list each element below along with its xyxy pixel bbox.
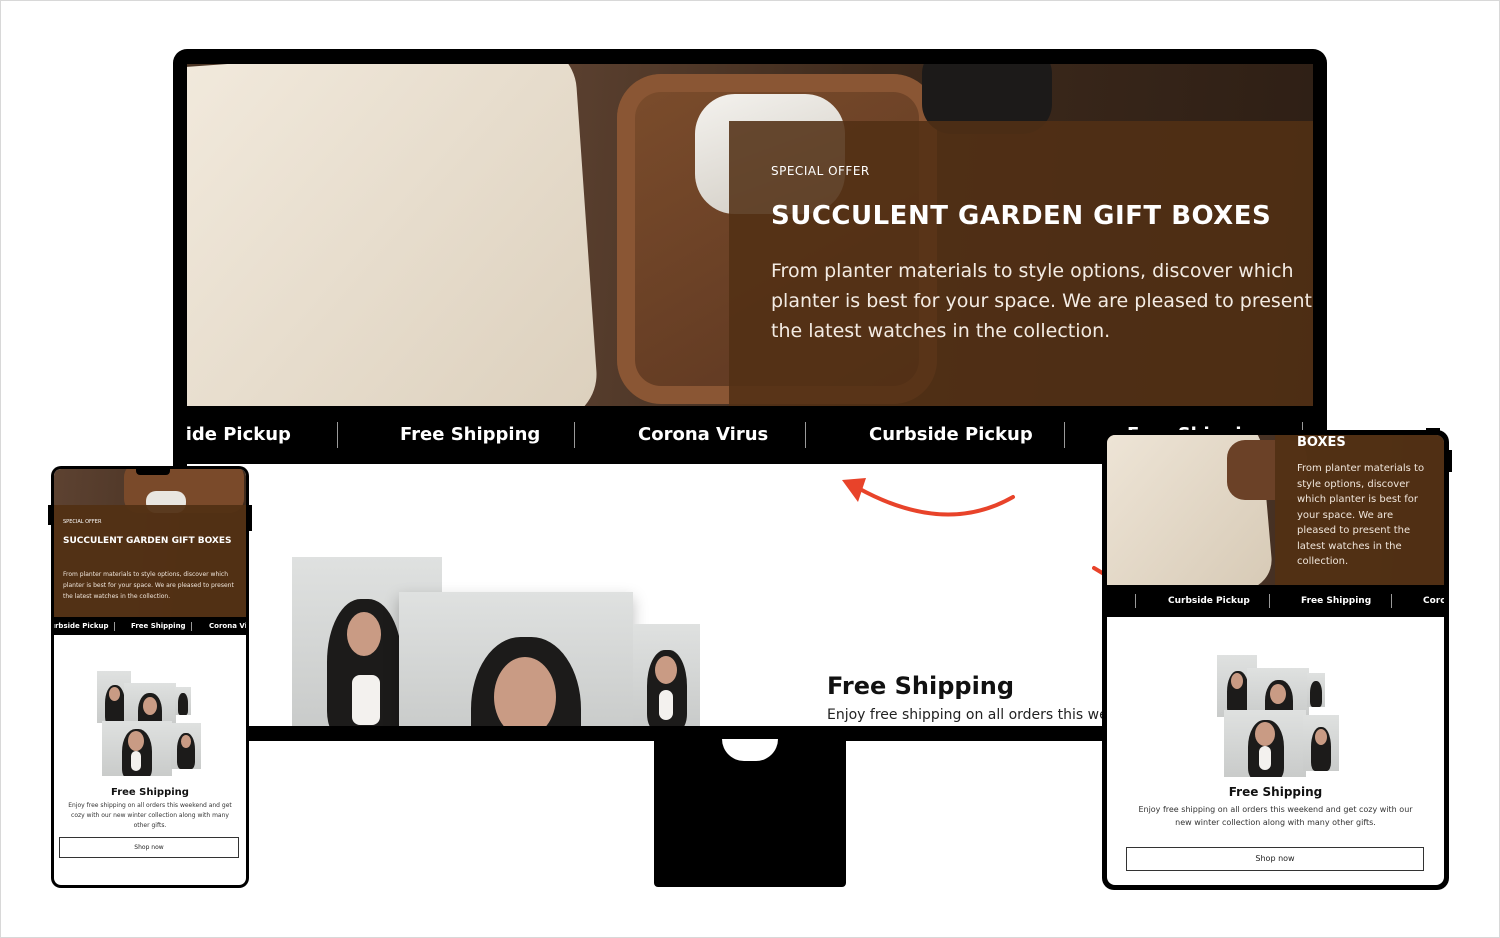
- tablet-screen: BOXES From planter materials to style op…: [1107, 435, 1444, 885]
- feature-photo: [399, 592, 633, 726]
- hero-text: From planter materials to style options,…: [771, 260, 1312, 342]
- phone-feature-photo: [102, 721, 172, 776]
- ticker-item[interactable]: Corona Vir: [209, 617, 246, 635]
- phone-shop-now-button[interactable]: Shop now: [59, 837, 239, 858]
- phone-hero-overlay: SPECIAL OFFER SUCCULENT GARDEN GIFT BOXE…: [54, 505, 246, 617]
- phone-feature-title: Free Shipping: [111, 787, 189, 798]
- hero-laptop-image: [187, 64, 600, 406]
- curved-arrow-icon: [842, 478, 1015, 517]
- tablet-feature-photo: [1303, 715, 1339, 771]
- ticker-divider: [574, 422, 575, 448]
- ticker-item[interactable]: Coro: [1423, 585, 1444, 617]
- tablet-hero-title: BOXES: [1297, 435, 1346, 450]
- ticker-divider: [805, 422, 806, 448]
- phone-hero-eyebrow: SPECIAL OFFER: [63, 519, 102, 525]
- tablet-hero-overlay: BOXES From planter materials to style op…: [1275, 435, 1444, 585]
- phone-hero: SPECIAL OFFER SUCCULENT GARDEN GIFT BOXE…: [54, 469, 246, 617]
- hero-overlay: SPECIAL OFFER SUCCULENT GARDEN GIFT BOXE…: [729, 121, 1313, 406]
- tablet-feature-text: Enjoy free shipping on all orders this w…: [1138, 805, 1413, 827]
- tablet-ticker: Curbside Pickup Free Shipping Coro: [1107, 585, 1444, 617]
- phone-hero-text: From planter materials to style options,…: [63, 571, 234, 600]
- phone-feature-photo: [124, 683, 176, 725]
- tablet-feature-title: Free Shipping: [1228, 785, 1323, 799]
- phone-screen: SPECIAL OFFER SUCCULENT GARDEN GIFT BOXE…: [54, 469, 246, 885]
- tablet-feature-photo: [1224, 710, 1306, 777]
- hero-eyebrow: SPECIAL OFFER: [771, 164, 870, 178]
- ticker-item[interactable]: Free Shipping: [131, 617, 186, 635]
- ticker-item[interactable]: Curbside Pickup: [869, 406, 1033, 464]
- tablet-device: BOXES From planter materials to style op…: [1102, 430, 1449, 890]
- tablet-side-button: [1449, 450, 1452, 472]
- ticker-item[interactable]: side Pickup: [187, 406, 291, 464]
- phone-feature-photo: [171, 723, 201, 769]
- monitor-stand: [654, 739, 846, 887]
- feature-photo: [633, 624, 700, 726]
- ticker-item[interactable]: Free Shipping: [1301, 585, 1371, 617]
- tablet-shop-now-button[interactable]: Shop now: [1126, 847, 1424, 871]
- hero-title: SUCCULENT GARDEN GIFT BOXES: [771, 201, 1272, 231]
- phone-ticker: urbside Pickup Free Shipping Corona Vir: [54, 617, 246, 635]
- phone-device: SPECIAL OFFER SUCCULENT GARDEN GIFT BOXE…: [51, 466, 249, 888]
- tablet-hero: BOXES From planter materials to style op…: [1107, 435, 1444, 585]
- phone-feature-text: Enjoy free shipping on all orders this w…: [68, 802, 232, 829]
- ticker-item[interactable]: Free Shipping: [400, 406, 540, 464]
- phone-hero-title: SUCCULENT GARDEN GIFT BOXES: [63, 536, 232, 546]
- phone-feature-photo: [175, 687, 191, 715]
- tablet-hero-text: From planter materials to style options,…: [1297, 463, 1425, 567]
- ticker-item[interactable]: Curbside Pickup: [1168, 585, 1250, 617]
- ticker-item[interactable]: urbside Pickup: [54, 617, 109, 635]
- ticker-item[interactable]: Corona Virus: [638, 406, 768, 464]
- ticker-divider: [337, 422, 338, 448]
- ticker-divider: [1064, 422, 1065, 448]
- feature-title: Free Shipping: [827, 672, 1015, 700]
- phone-notch: [136, 469, 170, 475]
- hero-banner: SPECIAL OFFER SUCCULENT GARDEN GIFT BOXE…: [187, 64, 1313, 406]
- feature-text: Enjoy free shipping on all orders this w…: [827, 707, 1117, 723]
- phone-side-button: [249, 505, 252, 531]
- tablet-feature-photo: [1307, 673, 1325, 707]
